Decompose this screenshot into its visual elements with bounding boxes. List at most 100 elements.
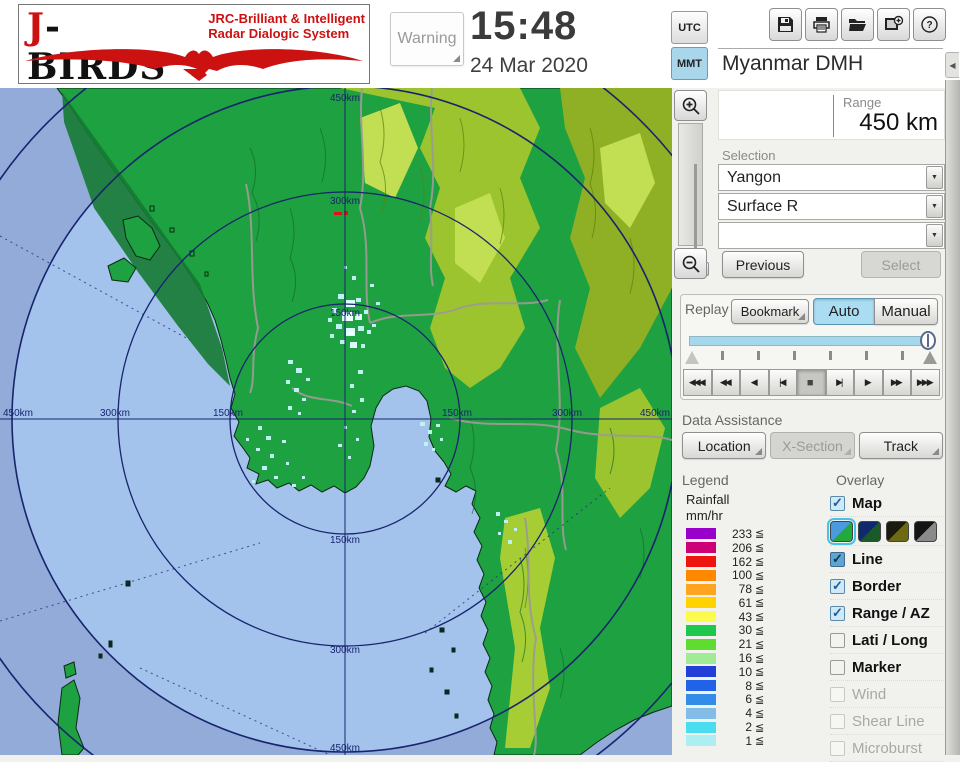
overlay-row-line[interactable]: Line: [830, 546, 944, 573]
site-dropdown[interactable]: Yangon ▼: [718, 164, 945, 191]
chevron-left-icon: ◀: [949, 60, 956, 70]
playback-controls: ◀◀◀ ◀◀ ◀ |◀ ■ ▶| ▶ ▶▶ ▶▶▶: [683, 369, 940, 396]
legend-scale: 233 ≦ 206 ≦ 162 ≦ 100 ≦ 78 ≦ 61 ≦ 43 ≦ 30 ≦ 21 ≦ …: [686, 527, 816, 748]
map-style-option-3[interactable]: [886, 520, 909, 542]
capture-button[interactable]: [877, 8, 910, 41]
slider-end-marker[interactable]: [923, 351, 937, 364]
printer-icon: [813, 17, 830, 33]
header-separator: [718, 48, 943, 49]
chevron-down-icon[interactable]: ▼: [926, 224, 943, 247]
x-section-button[interactable]: X-Section: [770, 432, 855, 459]
slider-start-marker[interactable]: [685, 351, 699, 364]
play-reverse-button[interactable]: ◀: [740, 369, 769, 396]
map-zoom-control: [674, 90, 709, 280]
data-assistance-buttons: Location X-Section Track: [682, 432, 943, 459]
svg-text:150km: 150km: [330, 535, 360, 546]
jbirds-logo: J-BIRDS JRC-Brilliant & Intelligent Rada…: [18, 4, 370, 87]
step-back-button[interactable]: |◀: [768, 369, 797, 396]
print-button[interactable]: [805, 8, 838, 41]
save-button[interactable]: [769, 8, 802, 41]
svg-text:300km: 300km: [552, 408, 582, 419]
overlay-list: Map Line Border Range / AZ Lati / Long M…: [827, 490, 944, 762]
warning-button[interactable]: Warning: [390, 12, 464, 66]
step-forward-button[interactable]: ▶|: [825, 369, 854, 396]
svg-text:300km: 300km: [330, 196, 360, 207]
overlay-row-map[interactable]: Map: [830, 490, 944, 517]
rewind-button[interactable]: ◀◀: [711, 369, 740, 396]
mmt-button[interactable]: MMT: [671, 47, 708, 80]
overlay-row-wind: Wind: [830, 681, 944, 708]
replay-slider-track[interactable]: [689, 336, 927, 346]
map-style-option-2[interactable]: [858, 520, 881, 542]
stop-button[interactable]: ■: [797, 369, 826, 396]
open-folder-button[interactable]: [841, 8, 874, 41]
map-style-option-4[interactable]: [914, 520, 937, 542]
radar-map[interactable]: 450km 300km 150km 150km 300km 450km 450k…: [0, 88, 672, 755]
overlay-row-border[interactable]: Border: [830, 573, 944, 600]
svg-text:450km: 450km: [330, 743, 360, 754]
range-value: 450 km: [859, 109, 938, 136]
svg-text:450km: 450km: [3, 408, 33, 419]
legend-row: 10 ≦: [686, 665, 816, 679]
legend-row: 61 ≦: [686, 596, 816, 610]
utc-button[interactable]: UTC: [671, 11, 708, 44]
previous-button[interactable]: Previous: [722, 251, 804, 278]
zoom-slider-track[interactable]: [678, 123, 709, 277]
auto-button[interactable]: Auto: [813, 298, 875, 325]
legend-row: 30 ≦: [686, 623, 816, 637]
forward-fast-button[interactable]: ▶▶▶: [911, 369, 940, 396]
svg-text:450km: 450km: [330, 93, 360, 104]
rewind-fast-button[interactable]: ◀◀◀: [683, 369, 712, 396]
legend-title: Legend: [682, 472, 729, 488]
track-button[interactable]: Track: [858, 432, 943, 459]
product-dropdown-value: Surface R: [727, 197, 799, 215]
play-button[interactable]: ▶: [854, 369, 883, 396]
overlay-row-microburst: Microburst: [830, 735, 944, 762]
map-style-option-1[interactable]: [827, 517, 856, 545]
panel-right-strip[interactable]: [945, 80, 960, 755]
zoom-out-button[interactable]: [674, 248, 707, 279]
overlay-title: Overlay: [836, 472, 885, 488]
site-dropdown-value: Yangon: [727, 168, 781, 186]
legend-row: 21 ≦: [686, 637, 816, 651]
svg-text:300km: 300km: [330, 645, 360, 656]
forward-button[interactable]: ▶▶: [882, 369, 911, 396]
overlay-row-range-az[interactable]: Range / AZ: [830, 600, 944, 627]
range-label: Range: [843, 95, 882, 110]
chevron-down-icon[interactable]: ▼: [926, 166, 943, 189]
help-button[interactable]: ?: [913, 8, 946, 41]
legend-row: 162 ≦: [686, 555, 816, 569]
option-dropdown[interactable]: ▼: [718, 222, 945, 249]
legend-row: 206 ≦: [686, 541, 816, 555]
panel-collapse-tab[interactable]: ◀: [945, 52, 959, 78]
select-button[interactable]: Select: [861, 251, 941, 278]
replay-group: Replay Bookmark Auto Manual ◀◀◀ ◀◀ ◀ |◀ …: [680, 294, 943, 400]
svg-text:150km: 150km: [213, 408, 243, 419]
border-checkbox[interactable]: [830, 578, 845, 594]
toolbar: ?: [769, 8, 946, 41]
svg-text:450km: 450km: [640, 408, 670, 419]
manual-button[interactable]: Manual: [874, 298, 938, 325]
zoom-in-button[interactable]: [674, 90, 707, 121]
chevron-down-icon[interactable]: ▼: [926, 195, 943, 218]
legend-row: 2 ≦: [686, 720, 816, 734]
bookmark-button[interactable]: Bookmark: [731, 299, 809, 324]
svg-text:150km: 150km: [442, 408, 472, 419]
location-button[interactable]: Location: [682, 432, 767, 459]
microburst-checkbox: [830, 740, 845, 756]
map-checkbox[interactable]: [830, 495, 845, 511]
legend-row: 6 ≦: [686, 692, 816, 706]
range-az-checkbox[interactable]: [830, 605, 845, 621]
line-checkbox[interactable]: [830, 551, 845, 567]
lati-long-checkbox[interactable]: [830, 632, 845, 648]
data-assistance-label: Data Assistance: [682, 412, 783, 428]
replay-slider-handle[interactable]: [920, 331, 936, 350]
range-divider: [833, 95, 834, 137]
logo-subtitle: JRC-Brilliant & Intelligent Radar Dialog…: [208, 11, 365, 41]
overlay-row-marker[interactable]: Marker: [830, 654, 944, 681]
marker-checkbox[interactable]: [830, 659, 845, 675]
selection-label: Selection: [722, 148, 776, 163]
product-dropdown[interactable]: Surface R ▼: [718, 193, 945, 220]
range-box: Range 450 km: [718, 90, 945, 140]
overlay-row-lati-long[interactable]: Lati / Long: [830, 627, 944, 654]
